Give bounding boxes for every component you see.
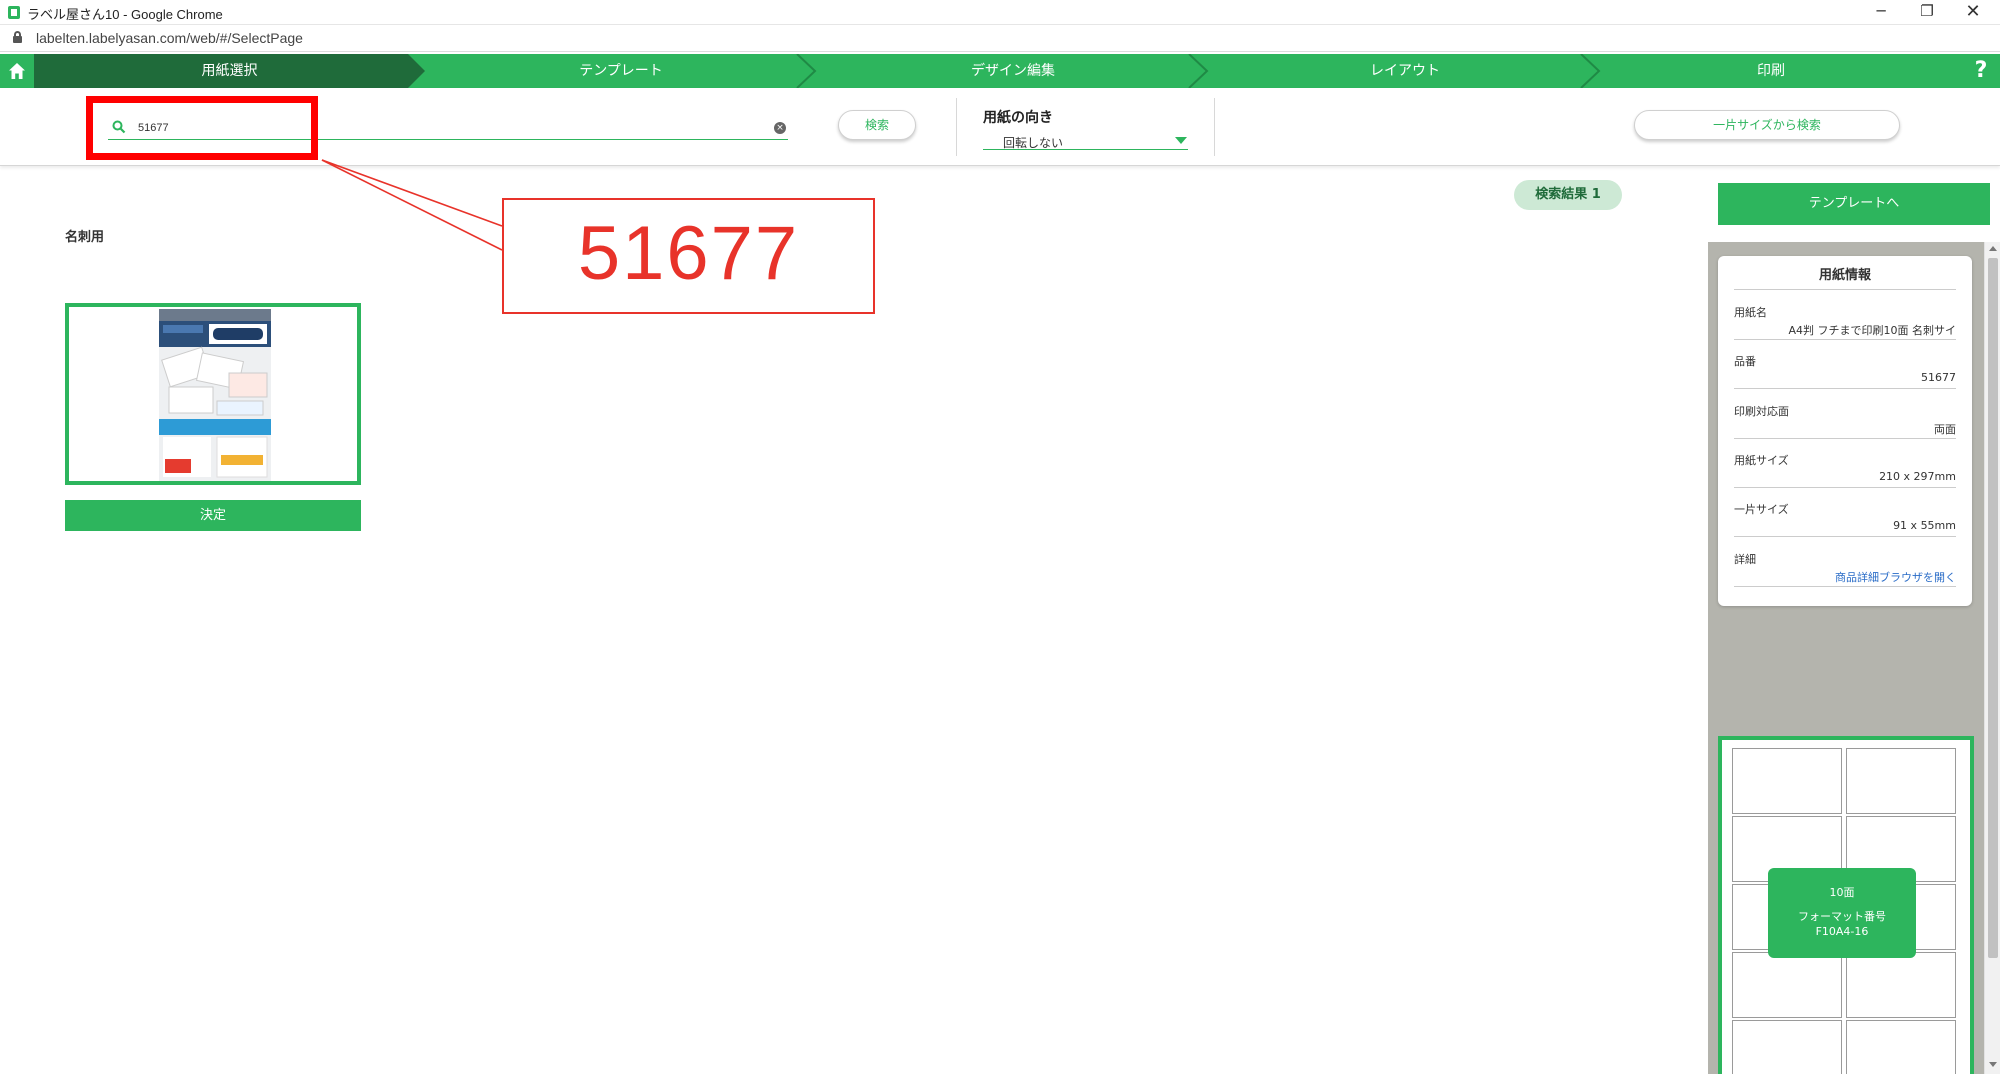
info-row-paper-size: 用紙サイズ 210 x 297mm [1734,448,1956,488]
label-cell [1846,748,1956,814]
info-value: 両面 [1934,423,1956,436]
callout-pointer [321,159,503,251]
format-code: F10A4-16 [1815,925,1869,938]
info-label: 用紙サイズ [1734,454,1789,467]
label-cell [1846,1020,1956,1074]
callout-text: 51677 [577,211,800,296]
format-info-badge: 10面 フォーマット番号 F10A4-16 [1768,868,1916,958]
scrollbar-thumb[interactable] [1988,258,1998,958]
info-row-details: 詳細 商品詳細ブラウザを開く [1734,547,1956,587]
to-template-button[interactable]: テンプレートへ [1718,183,1990,225]
paper-info-card: 用紙情報 用紙名 A4判 フチまで印刷10面 名刺サイ 品番 51677 印刷対… [1718,256,1972,606]
info-row-print-side: 印刷対応面 両面 [1734,399,1956,439]
format-count: 10面 [1829,886,1855,899]
callout-box: 51677 [502,198,875,314]
info-value: A4判 フチまで印刷10面 名刺サイ [1788,324,1956,337]
info-label: 印刷対応面 [1734,405,1789,418]
info-row-product-number: 品番 51677 [1734,349,1956,389]
side-panel-scrollbar[interactable] [1984,242,2000,1074]
info-value: 210 x 297mm [1879,470,1956,483]
format-label: フォーマット番号 [1798,910,1886,923]
label-cell [1732,952,1842,1018]
results-count-badge: 検索結果 1 [1514,180,1622,210]
scroll-down-icon[interactable] [1989,1062,1997,1067]
category-title: 名刺用 [65,230,105,245]
product-card[interactable] [65,303,361,485]
info-label: 品番 [1734,355,1756,368]
scroll-up-icon[interactable] [1989,246,1997,251]
label-cell [1846,952,1956,1018]
product-details-link[interactable]: 商品詳細ブラウザを開く [1835,569,1956,585]
label-cell [1732,748,1842,814]
info-label: 一片サイズ [1734,503,1789,516]
info-label: 用紙名 [1734,306,1767,319]
decide-button[interactable]: 決定 [65,500,361,531]
label-cell [1732,1020,1842,1074]
info-value: 51677 [1921,371,1956,384]
info-row-piece-size: 一片サイズ 91 x 55mm [1734,497,1956,537]
info-label: 詳細 [1734,553,1756,566]
paper-info-title: 用紙情報 [1734,264,1956,290]
product-package-image [159,309,271,481]
info-value: 91 x 55mm [1893,519,1956,532]
info-row-paper-name: 用紙名 A4判 フチまで印刷10面 名刺サイ [1734,300,1956,340]
